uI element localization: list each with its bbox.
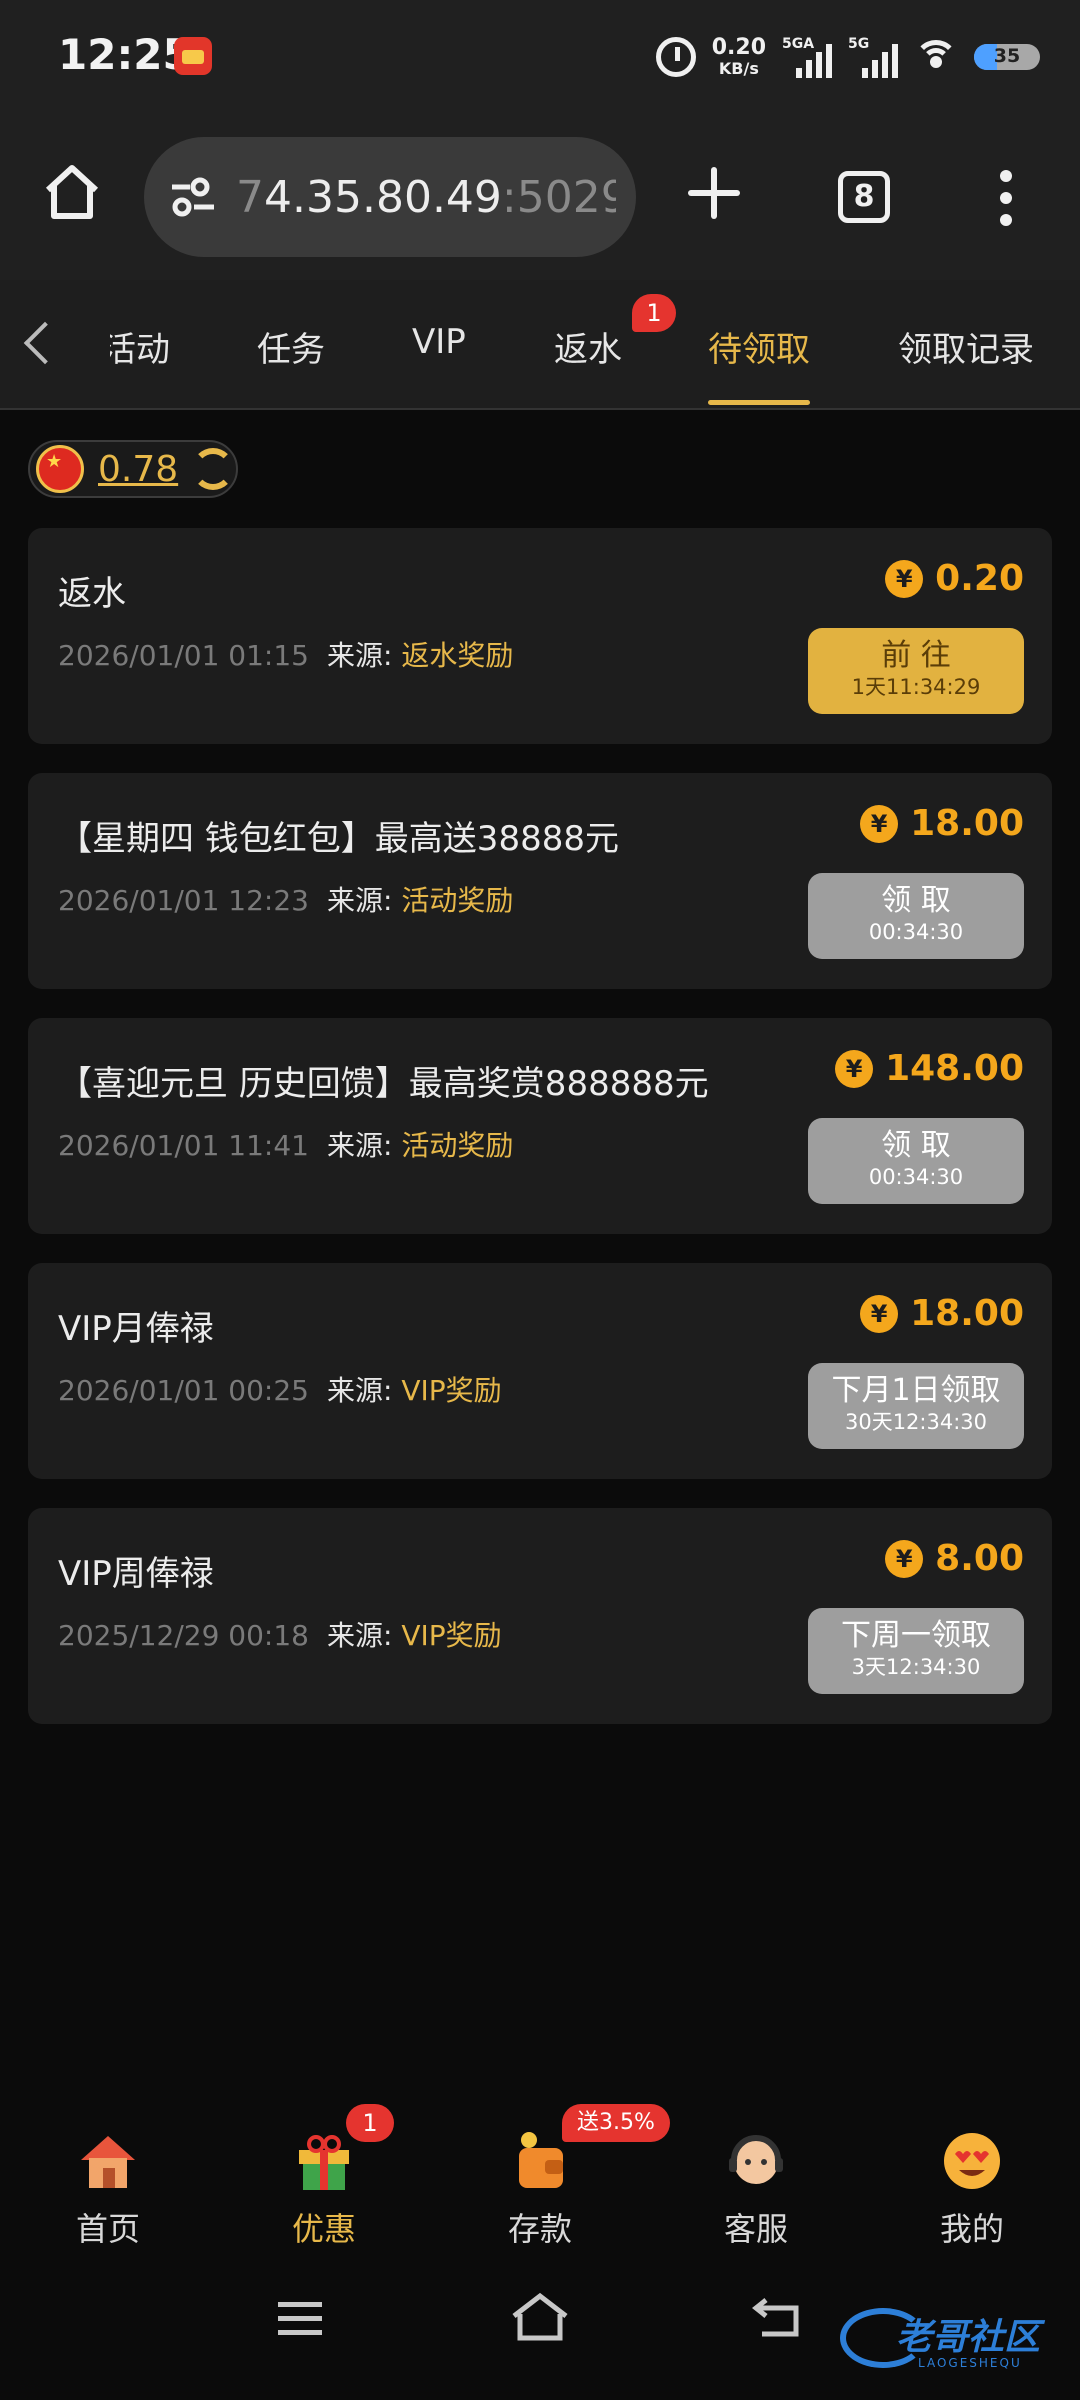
gift-icon	[299, 2135, 349, 2190]
status-icons: 0.20 KB/s 5GA 5G 35	[655, 32, 1040, 82]
reward-source: 返水奖励	[401, 639, 514, 672]
deposit-promo-badge: 送3.5%	[562, 2104, 670, 2142]
status-bar: 12:25 0.20 KB/s 5GA 5G 35	[0, 0, 1080, 115]
bottom-navigation: 首页 优惠 1 存款 送3.5% 客服 我的	[0, 2090, 1080, 2250]
reward-meta: 2026/01/01 11:41 来源: 活动奖励	[58, 1124, 513, 1164]
reward-amount: ¥ 8.00	[885, 1538, 1024, 1579]
claim-next-month-button[interactable]: 下月1日领取 30天12:34:30	[808, 1363, 1024, 1449]
scroll-left-icon[interactable]	[23, 321, 67, 365]
promotions-badge: 1	[346, 2104, 394, 2142]
reward-date: 2026/01/01 00:25	[58, 1374, 309, 1407]
nav-support[interactable]: 客服	[686, 2090, 826, 2250]
reward-title: VIP周俸禄	[58, 1554, 214, 1594]
watermark-logo: 老哥社区 LAOGESHEQU	[840, 2300, 1076, 2380]
reward-title: 【星期四 钱包红包】最高送38888元	[58, 819, 619, 859]
tab-vip[interactable]: VIP	[412, 322, 466, 362]
reward-source: VIP奖励	[401, 1619, 502, 1652]
category-tabs: 活动 任务 VIP 返水 1 待领取 领取记录	[0, 280, 1080, 410]
reward-amount: ¥ 18.00	[860, 803, 1024, 844]
rebate-badge: 1	[632, 294, 676, 332]
refresh-icon[interactable]	[192, 448, 235, 490]
support-agent-icon	[729, 2135, 783, 2184]
status-time: 12:25	[58, 30, 192, 79]
back-icon[interactable]	[752, 2294, 804, 2338]
reward-meta: 2026/01/01 01:15 来源: 返水奖励	[58, 634, 513, 674]
reward-meta: 2026/01/01 00:25 来源: VIP奖励	[58, 1369, 502, 1409]
claim-button[interactable]: 领 取 00:34:30	[808, 1118, 1024, 1204]
china-flag-icon	[36, 445, 84, 493]
reward-date: 2026/01/01 11:41	[58, 1129, 309, 1162]
reward-meta: 2025/12/29 00:18 来源: VIP奖励	[58, 1614, 502, 1654]
source-label: 来源:	[326, 1619, 393, 1652]
reward-card: VIP月俸禄 2026/01/01 00:25 来源: VIP奖励 ¥ 18.00…	[28, 1263, 1052, 1479]
reward-title: VIP月俸禄	[58, 1309, 214, 1349]
home-icon[interactable]	[40, 160, 104, 224]
tab-rebate[interactable]: 返水	[554, 322, 622, 371]
reward-date: 2025/12/29 00:18	[58, 1619, 309, 1652]
nav-home[interactable]: 首页	[38, 2090, 178, 2250]
nav-profile[interactable]: 我的	[902, 2090, 1042, 2250]
tab-tasks[interactable]: 任务	[257, 322, 325, 371]
tab-pending[interactable]: 待领取	[708, 322, 810, 371]
reward-title: 【喜迎元旦 历史回馈】最高奖赏888888元	[58, 1064, 709, 1104]
new-tab-icon[interactable]	[686, 165, 742, 221]
battery-icon: 35	[974, 44, 1040, 70]
claim-next-monday-button[interactable]: 下周一领取 3天12:34:30	[808, 1608, 1024, 1694]
reward-amount: ¥ 18.00	[860, 1293, 1024, 1334]
source-label: 来源:	[326, 639, 393, 672]
source-label: 来源:	[326, 1129, 393, 1162]
address-bar[interactable]: 74.35.80.49:5029	[144, 137, 636, 257]
reward-source: VIP奖励	[401, 1374, 502, 1407]
balance-value[interactable]: 0.78	[98, 449, 178, 490]
more-menu-icon[interactable]	[1000, 170, 1014, 226]
yuan-coin-icon: ¥	[885, 559, 924, 598]
source-label: 来源:	[326, 1374, 393, 1407]
wifi-icon	[914, 40, 958, 74]
heart-eyes-emoji-icon	[944, 2133, 1000, 2189]
balance-pill: 0.78	[28, 440, 238, 498]
signal-5g-icon: 5G	[848, 36, 898, 78]
reward-card: 返水 2026/01/01 01:15 来源: 返水奖励 ¥ 0.20 前 往 1…	[28, 528, 1052, 744]
tab-claim-history[interactable]: 领取记录	[898, 322, 1034, 371]
reward-card: 【星期四 钱包红包】最高送38888元 2026/01/01 12:23 来源: …	[28, 773, 1052, 989]
yuan-coin-icon: ¥	[885, 1539, 924, 1578]
yuan-coin-icon: ¥	[835, 1049, 874, 1088]
reward-date: 2026/01/01 01:15	[58, 639, 309, 672]
system-home-icon[interactable]	[510, 2292, 570, 2342]
tab-switcher-button[interactable]: 8	[838, 171, 890, 223]
reward-source: 活动奖励	[401, 884, 514, 917]
reward-meta: 2026/01/01 12:23 来源: 活动奖励	[58, 879, 513, 919]
reward-title: 返水	[58, 574, 126, 614]
reward-date: 2026/01/01 12:23	[58, 884, 309, 917]
recent-apps-icon[interactable]	[276, 2298, 324, 2338]
tab-activity[interactable]: 活动	[110, 322, 170, 371]
yuan-coin-icon: ¥	[860, 1294, 899, 1333]
site-settings-icon[interactable]	[168, 175, 218, 219]
signal-5ga-icon: 5GA	[782, 36, 832, 78]
reward-card: 【喜迎元旦 历史回馈】最高奖赏888888元 2026/01/01 11:41 来…	[28, 1018, 1052, 1234]
url-text[interactable]: 74.35.80.49:5029	[236, 172, 616, 223]
alarm-icon	[655, 37, 696, 77]
source-label: 来源:	[326, 884, 393, 917]
go-button[interactable]: 前 往 1天11:34:29	[808, 628, 1024, 714]
browser-toolbar: 74.35.80.49:5029 8	[0, 115, 1080, 280]
notification-app-icon	[174, 37, 212, 75]
reward-source: 活动奖励	[401, 1129, 514, 1162]
network-speed: 0.20 KB/s	[711, 35, 766, 78]
yuan-coin-icon: ¥	[860, 804, 899, 843]
claim-button[interactable]: 领 取 00:34:30	[808, 873, 1024, 959]
reward-amount: ¥ 148.00	[835, 1048, 1024, 1089]
house-icon	[81, 2136, 135, 2188]
reward-card: VIP周俸禄 2025/12/29 00:18 来源: VIP奖励 ¥ 8.00 …	[28, 1508, 1052, 1724]
active-tab-indicator	[708, 400, 810, 405]
reward-amount: ¥ 0.20	[885, 558, 1024, 599]
